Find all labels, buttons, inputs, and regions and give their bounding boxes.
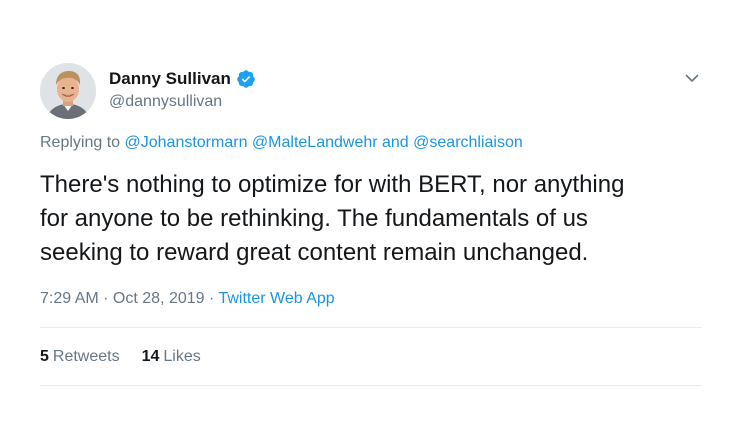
mention-link-maltelandwehr[interactable]: @MalteLandwehr	[252, 134, 378, 151]
retweets-count: 5	[40, 348, 49, 365]
meta-separator: ·	[98, 290, 113, 307]
mention-link-searchliaison[interactable]: @searchliaison	[413, 134, 523, 151]
divider	[40, 327, 702, 328]
avatar[interactable]	[40, 63, 96, 119]
tweet-metadata: 7:29 AM · Oct 28, 2019 · Twitter Web App	[40, 289, 335, 309]
retweets-stat[interactable]: 5 Retweets	[40, 347, 120, 367]
tweet-text-line: There's nothing to optimize for with BER…	[40, 171, 625, 198]
tweet-card: Danny Sullivan @dannysullivan Replying t…	[0, 0, 750, 430]
replying-to-and[interactable]: and	[378, 134, 414, 151]
avatar-image	[40, 63, 96, 119]
chevron-down-icon[interactable]	[682, 68, 702, 88]
tweet-text-line: for anyone to be rethinking. The fundame…	[40, 205, 588, 232]
tweet-source-link[interactable]: Twitter Web App	[218, 290, 334, 307]
tweet-text: There's nothing to optimize for with BER…	[40, 168, 720, 270]
author-display-name[interactable]: Danny Sullivan	[109, 68, 231, 90]
replying-to-prefix: Replying to	[40, 134, 125, 151]
author-handle[interactable]: @dannysullivan	[109, 92, 222, 112]
likes-count: 14	[141, 348, 160, 365]
replying-to-line: Replying to @Johanstormarn @MalteLandweh…	[40, 133, 523, 153]
likes-stat[interactable]: 14 Likes	[142, 347, 201, 367]
engagement-stats: 5 Retweets 14 Likes	[40, 347, 201, 367]
retweets-label: Retweets	[52, 348, 120, 365]
author-name-row: Danny Sullivan	[109, 68, 256, 90]
meta-separator: ·	[204, 290, 219, 307]
likes-label: Likes	[163, 348, 201, 365]
tweet-date[interactable]: Oct 28, 2019	[113, 290, 205, 307]
mention-link-johanstormarn[interactable]: @Johanstormarn	[125, 134, 248, 151]
tweet-text-line: seeking to reward great content remain u…	[40, 239, 589, 266]
tweet-time[interactable]: 7:29 AM	[40, 290, 99, 307]
divider	[40, 385, 702, 386]
verified-badge-icon	[236, 69, 256, 89]
